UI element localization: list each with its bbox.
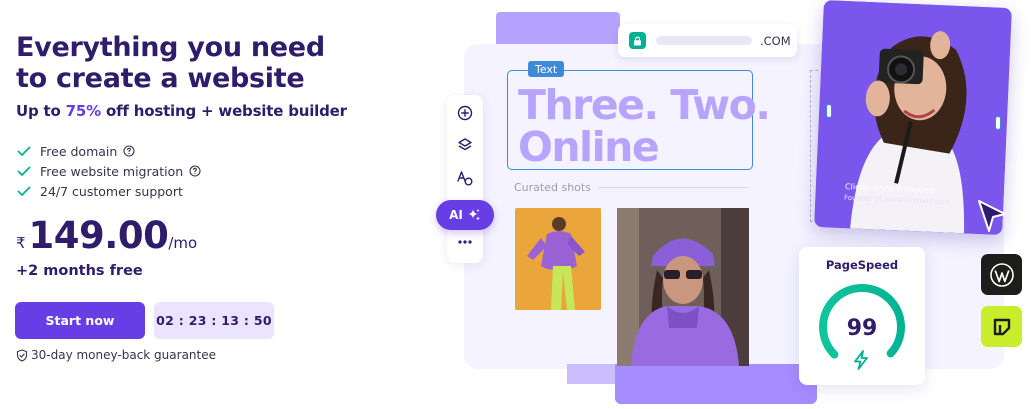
wordpress-icon: [981, 254, 1022, 295]
check-icon: [17, 166, 31, 176]
layers-icon[interactable]: [455, 135, 475, 155]
shield-check-icon: [16, 348, 28, 362]
pagespeed-title: PageSpeed: [825, 258, 899, 272]
check-icon: [17, 146, 31, 156]
lock-icon: [629, 32, 646, 49]
feature-label: Free domain: [40, 143, 118, 159]
sparkle-icon: [468, 209, 480, 221]
cursor-icon: [978, 200, 1006, 232]
feature-list: Free domain Free website migration 24/7 …: [16, 141, 201, 201]
subtitle-prefix: Up to: [16, 102, 66, 120]
decorative-block: [496, 12, 620, 44]
fashion-photo-1: [515, 208, 601, 310]
resize-handle[interactable]: [995, 116, 1001, 130]
curated-shots-label: Curated shots: [514, 181, 591, 194]
translate-icon[interactable]: [455, 168, 475, 188]
lightning-icon: [854, 350, 868, 370]
price-period: /mo: [168, 234, 198, 252]
pagespeed-card: PageSpeed 99: [799, 247, 925, 385]
url-placeholder: [656, 36, 752, 45]
feature-item: 24/7 customer support: [16, 181, 201, 201]
feature-label: Free website migration: [40, 163, 184, 179]
decorative-block: [615, 364, 817, 404]
editor-toolbar: [447, 95, 483, 263]
divider: [598, 187, 748, 188]
resize-handle[interactable]: [826, 104, 832, 118]
url-domain-tld: .COM: [760, 34, 791, 48]
hero-title: Everything you need to create a website: [16, 32, 325, 94]
price: ₹ 149.00 /mo: [16, 214, 197, 257]
countdown-timer: 02 : 23 : 13 : 50: [154, 302, 274, 339]
check-icon: [17, 186, 31, 196]
more-icon[interactable]: [455, 232, 475, 252]
ai-assistant-button[interactable]: AI: [436, 200, 494, 230]
pagespeed-score: 99: [846, 316, 878, 341]
subtitle-suffix: off hosting + website builder: [100, 102, 347, 120]
plus-circle-icon[interactable]: [455, 103, 475, 123]
bonus-offer: +2 months free: [16, 263, 143, 279]
start-now-button[interactable]: Start now: [15, 302, 145, 339]
currency-symbol: ₹: [16, 234, 26, 252]
discount-highlight: 75%: [65, 102, 102, 120]
builder-logo-icon: [981, 306, 1022, 347]
headline-line-1: Three. Two.: [518, 81, 771, 129]
feature-item: Free domain: [16, 141, 201, 161]
guarantee-text: 30-day money-back guarantee: [31, 348, 216, 362]
money-back-guarantee: 30-day money-back guarantee: [16, 348, 216, 362]
feature-item: Free website migration: [16, 161, 201, 181]
price-amount: 149.00: [28, 214, 169, 257]
mockup-headline: Three. Two. Online: [518, 81, 771, 171]
help-icon[interactable]: [189, 165, 201, 177]
text-element-tag: Text: [528, 61, 565, 77]
ai-label: AI: [449, 208, 463, 222]
help-icon[interactable]: [123, 145, 135, 157]
fashion-photo-2: [617, 208, 749, 366]
browser-url-bar: .COM: [618, 24, 797, 57]
headline-line-2: Online: [518, 123, 660, 171]
feature-label: 24/7 customer support: [40, 183, 183, 199]
hero-subtitle: Up to 75% off hosting + website builder: [16, 102, 347, 120]
